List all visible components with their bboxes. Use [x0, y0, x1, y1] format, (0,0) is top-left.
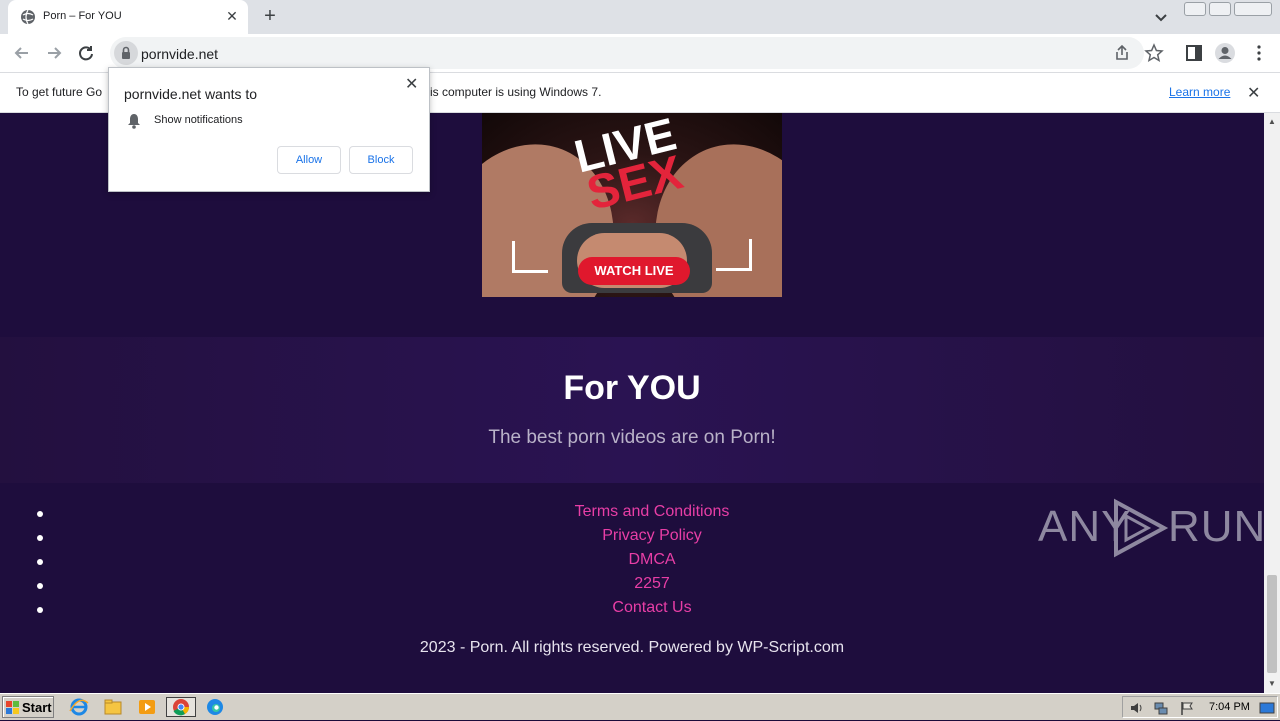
vertical-scrollbar[interactable]: ▲ ▼: [1264, 113, 1280, 693]
windows-logo-icon: [6, 701, 19, 714]
network-icon[interactable]: [1153, 700, 1169, 716]
volume-icon[interactable]: [1129, 700, 1145, 716]
start-button[interactable]: Start: [2, 696, 54, 718]
notification-permission-dialog: pornvide.net wants to ✕ Show notificatio…: [108, 67, 430, 192]
scroll-down-icon[interactable]: ▼: [1268, 679, 1276, 688]
footer-link-contact[interactable]: Contact Us: [40, 599, 1264, 617]
restore-button[interactable]: [1209, 2, 1231, 16]
info-bar-message-start: To get future Go: [16, 85, 103, 99]
system-tray: 7:04 PM: [1122, 696, 1278, 718]
window-close-button[interactable]: [1234, 2, 1272, 16]
tab-title: Porn – For YOU: [43, 10, 122, 22]
globe-icon: [21, 9, 35, 25]
star-icon[interactable]: [1143, 42, 1165, 64]
permission-close-button[interactable]: ✕: [405, 74, 418, 94]
watch-live-button[interactable]: WATCH LIVE: [578, 257, 690, 285]
address-bar[interactable]: pornvide.net: [110, 37, 1144, 69]
permission-item-label: Show notifications: [154, 114, 243, 126]
clock[interactable]: 7:04 PM: [1209, 701, 1250, 713]
media-player-icon[interactable]: [136, 697, 158, 717]
ad-frame-corner: [716, 239, 752, 271]
windows-taskbar: Start 7:04 PM: [0, 693, 1280, 720]
watermark-text-run: RUN: [1168, 502, 1267, 551]
site-title: For YOU: [563, 369, 701, 407]
start-label: Start: [22, 700, 52, 715]
block-button[interactable]: Block: [349, 146, 413, 174]
ad-frame-corner: [512, 241, 548, 273]
permission-title: pornvide.net wants to: [124, 86, 258, 102]
allow-button[interactable]: Allow: [277, 146, 341, 174]
reload-icon[interactable]: [75, 42, 97, 64]
url-text[interactable]: pornvide.net: [141, 46, 218, 62]
chevron-down-icon[interactable]: [1152, 8, 1170, 26]
menu-icon[interactable]: [1248, 42, 1270, 64]
bell-icon: [128, 114, 140, 129]
chrome-icon: [173, 699, 190, 716]
copyright-text: 2023 - Porn. All rights reserved. Powere…: [419, 639, 845, 656]
tab-close-button[interactable]: ✕: [223, 7, 241, 25]
scrollbar-thumb[interactable]: [1267, 575, 1277, 673]
footer-link-2257[interactable]: 2257: [40, 575, 1264, 593]
side-panel-icon[interactable]: [1183, 42, 1205, 64]
edge-icon[interactable]: [204, 697, 226, 717]
new-tab-button[interactable]: +: [260, 6, 280, 26]
footer-link-dmca[interactable]: DMCA: [40, 551, 1264, 569]
back-icon[interactable]: [11, 42, 33, 64]
file-explorer-icon[interactable]: [102, 697, 124, 717]
ad-banner[interactable]: LIVE SEX WATCH LIVE: [482, 113, 782, 297]
chrome-taskbar-button[interactable]: [166, 697, 196, 717]
hero-section: For YOU The best porn videos are on Porn…: [0, 337, 1264, 483]
tab-strip: Porn – For YOU ✕ +: [0, 0, 1280, 34]
forward-icon[interactable]: [43, 42, 65, 64]
page-content: LIVE SEX WATCH LIVE For YOU The best por…: [0, 113, 1264, 693]
internet-explorer-icon[interactable]: [68, 697, 90, 717]
info-bar-close-button[interactable]: ✕: [1247, 83, 1260, 103]
site-tagline: The best porn videos are on Porn!: [488, 427, 776, 448]
learn-more-link[interactable]: Learn more: [1169, 85, 1230, 99]
action-center-flag-icon[interactable]: [1179, 700, 1195, 716]
show-desktop-icon[interactable]: [1259, 700, 1275, 716]
browser-tab[interactable]: Porn – For YOU ✕: [8, 0, 248, 34]
share-icon[interactable]: [1111, 42, 1133, 64]
minimize-button[interactable]: [1184, 2, 1206, 16]
scroll-up-icon[interactable]: ▲: [1268, 117, 1276, 126]
lock-icon[interactable]: [114, 41, 138, 65]
play-logo-icon: [1114, 498, 1169, 558]
profile-icon[interactable]: [1214, 42, 1236, 64]
info-bar-message-end: is computer is using Windows 7.: [430, 85, 602, 99]
